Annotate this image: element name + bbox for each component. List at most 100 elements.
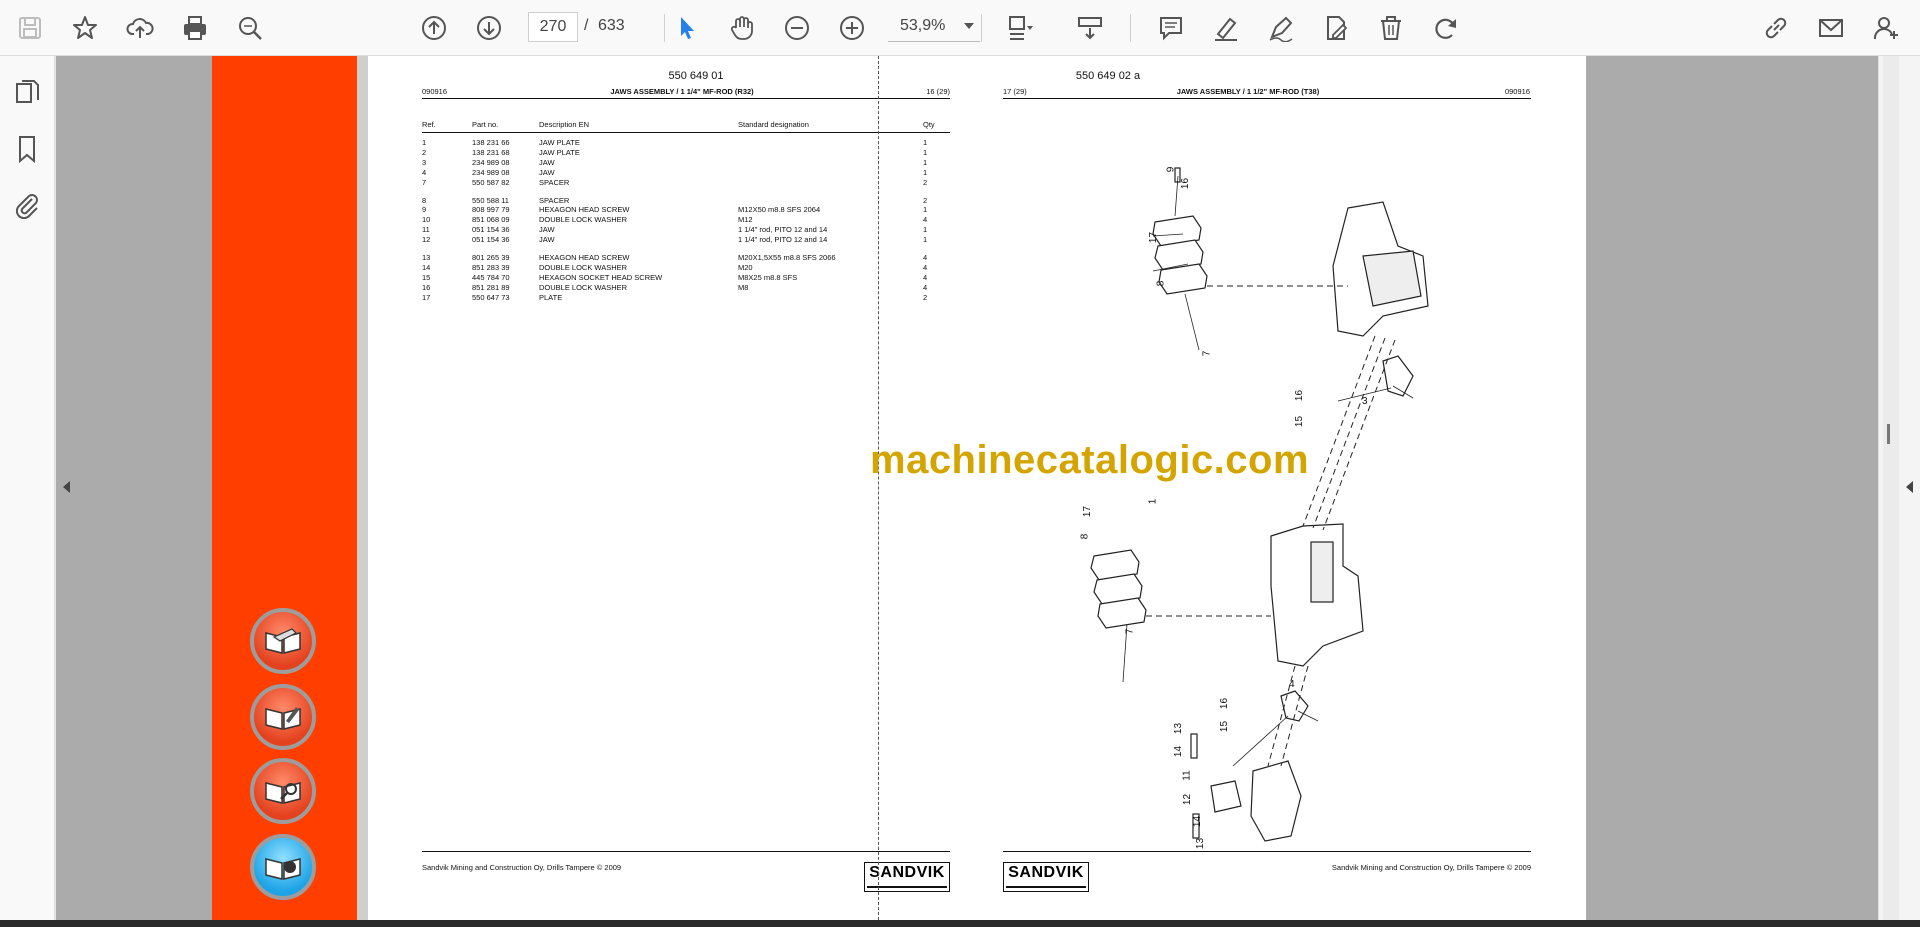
table-cell: 851 068 09 — [472, 215, 510, 225]
table-cell: M12X50 m8.8 SFS 2064 — [738, 205, 821, 215]
redo-icon[interactable] — [1428, 10, 1464, 46]
account-icon[interactable] — [1868, 10, 1904, 46]
table-cell: 550 647 73 — [472, 292, 510, 302]
doc-number-right: 550 649 02 a — [1075, 70, 1141, 82]
zoom-search-icon[interactable] — [232, 10, 268, 46]
book-search-icon — [265, 782, 301, 804]
table-row: 13 801 265 39 HEXAGON HEAD SCREW M20X1,5X55… — [422, 253, 950, 263]
save-icon[interactable] — [12, 10, 48, 46]
table-cell: JAW — [539, 235, 555, 245]
table-cell: 4 — [422, 167, 427, 177]
star-icon[interactable] — [67, 10, 103, 46]
scroll-mode-icon[interactable] — [1072, 10, 1108, 46]
table-cell: M20 — [738, 262, 753, 272]
nav-button-home[interactable] — [250, 834, 316, 900]
table-cell: 10 — [422, 215, 431, 225]
collapse-right-icon[interactable] — [1905, 480, 1915, 494]
document-viewport[interactable]: 550 649 01 090916 JAWS ASSEMBLY / 1 1/4"… — [56, 56, 1878, 920]
callout-number: 17 — [1082, 505, 1094, 518]
callout-number: 16 — [1180, 177, 1192, 190]
chevron-down-icon[interactable] — [964, 23, 974, 29]
table-cell: 051 154 36 — [472, 235, 510, 245]
jaw-part — [1382, 355, 1414, 397]
callout-number: 8 — [1155, 280, 1167, 287]
table-cell: 550 587 82 — [472, 177, 510, 187]
header-rule — [1003, 98, 1531, 99]
page-ref-right: 17 (29) — [1003, 87, 1027, 96]
table-cell: 4 — [923, 282, 928, 292]
page-gutter — [357, 56, 368, 920]
print-icon[interactable] — [177, 10, 213, 46]
share-link-icon[interactable] — [1758, 10, 1794, 46]
edit-document-icon[interactable] — [1318, 10, 1354, 46]
nav-button-search[interactable] — [250, 758, 316, 824]
book-home-icon — [265, 858, 301, 880]
table-cell: 1 1/4" rod, PITO 12 and 14 — [738, 235, 828, 245]
trash-icon[interactable] — [1373, 10, 1409, 46]
left-sidebar — [0, 56, 55, 920]
table-cell: 445 784 70 — [472, 272, 510, 282]
email-icon[interactable] — [1813, 10, 1849, 46]
bookmark-icon[interactable] — [12, 134, 42, 164]
collapse-left-icon[interactable] — [62, 480, 72, 494]
table-cell: DOUBLE LOCK WASHER — [539, 215, 628, 225]
scrollbar-track[interactable] — [1883, 56, 1899, 920]
window-bottom-edge — [0, 920, 1920, 927]
comment-icon[interactable] — [1153, 10, 1189, 46]
nav-button-edit[interactable] — [250, 684, 316, 750]
callout-number: 15 — [1294, 415, 1306, 428]
draw-icon[interactable] — [1263, 10, 1299, 46]
footer-rule — [1003, 851, 1531, 852]
arrow-down-circle-icon[interactable] — [471, 10, 507, 46]
highlight-icon[interactable] — [1208, 10, 1244, 46]
callout-number: 9 — [1165, 166, 1177, 173]
table-cell: 808 997 79 — [472, 205, 510, 215]
arrow-up-circle-icon[interactable] — [416, 10, 452, 46]
jaw-housing-part — [1362, 250, 1422, 307]
fit-page-icon[interactable] — [1002, 10, 1038, 46]
callout-number: 16 — [1219, 697, 1231, 710]
table-row: 7 550 587 82 SPACER 2 — [422, 178, 950, 188]
callout-number: 15 — [1219, 720, 1231, 733]
table-cell: 1 — [923, 147, 928, 157]
table-cell: DOUBLE LOCK WASHER — [539, 282, 628, 292]
callout-number: 14 — [1173, 745, 1185, 758]
table-cell: 2 — [923, 195, 928, 205]
table-cell: 9 — [422, 205, 427, 215]
callout-number: 7 — [1201, 350, 1213, 357]
cursor-icon[interactable] — [669, 10, 705, 46]
table-cell: 138 231 68 — [472, 147, 510, 157]
attachment-icon[interactable] — [12, 190, 42, 220]
table-cell: 051 154 36 — [472, 225, 510, 235]
jaw-part — [1250, 760, 1302, 842]
nav-button-index[interactable] — [250, 608, 316, 674]
page-separator: / — [584, 17, 589, 34]
table-row: 11 051 154 36 JAW 1 1/4" rod, PITO 12 and 1… — [422, 225, 950, 235]
hand-icon[interactable] — [724, 10, 760, 46]
cloud-upload-icon[interactable] — [122, 10, 158, 46]
table-cell: 2 — [422, 147, 427, 157]
table-cell: 1 — [923, 157, 928, 167]
pages-thumbnail-icon[interactable] — [12, 78, 42, 108]
callout-number: 1 — [1147, 498, 1159, 505]
table-cell: 1 — [422, 138, 427, 147]
table-cell: 138 231 66 — [472, 138, 510, 147]
column-header: Ref. — [422, 120, 436, 129]
table-cell: M8 — [738, 282, 749, 292]
table-cell: M20X1,5X55 m8.8 SFS 2066 — [738, 253, 836, 262]
table-cell: JAW PLATE — [539, 147, 580, 157]
scrollbar-thumb[interactable] — [1887, 424, 1890, 444]
table-cell: 2 — [923, 292, 928, 302]
table-cell: 1 1/4" rod, PITO 12 and 14 — [738, 225, 828, 235]
callout-number: 17 — [1148, 231, 1160, 244]
page-number-input[interactable]: 270 — [528, 12, 578, 42]
table-cell: 234 989 08 — [472, 167, 510, 177]
table-cell: 12 — [422, 235, 431, 245]
table-cell: 550 588 11 — [472, 195, 509, 205]
assembly-line — [1312, 337, 1386, 529]
toolbar-divider — [981, 14, 982, 42]
toolbar-divider — [1130, 14, 1131, 42]
minus-circle-icon[interactable] — [779, 10, 815, 46]
plus-circle-icon[interactable] — [834, 10, 870, 46]
callout-number: 8 — [1079, 533, 1091, 540]
